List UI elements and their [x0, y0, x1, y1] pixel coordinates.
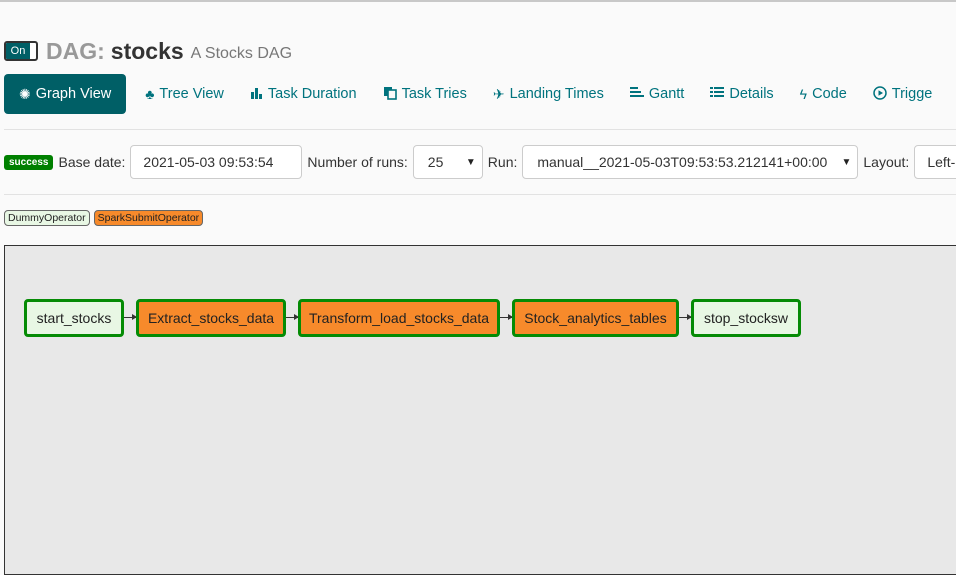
tab-landing-times[interactable]: ✈ Landing Times — [480, 74, 617, 114]
dag-header: On DAG: stocks A Stocks DAG — [4, 36, 292, 66]
task-node-transform-load-stocks-data[interactable]: Transform_load_stocks_data — [298, 299, 500, 337]
layout-value: Left- — [927, 154, 956, 170]
layout-select[interactable]: Left- — [914, 145, 956, 179]
task-label: Transform_load_stocks_data — [308, 310, 490, 326]
run-select[interactable]: manual__2021-05-03T09:53:53.212141+00:00… — [522, 145, 859, 179]
tab-details[interactable]: Details — [697, 74, 786, 114]
top-border — [0, 0, 956, 2]
base-date-input[interactable]: 2021-05-03 09:53:54 — [130, 145, 303, 179]
operator-legend: DummyOperator SparkSubmitOperator — [4, 210, 204, 226]
num-runs-label: Number of runs: — [307, 154, 408, 170]
tab-task-duration[interactable]: Task Duration — [237, 74, 370, 114]
tree-icon: ♣ — [145, 86, 155, 102]
status-badge: success — [4, 154, 54, 170]
tab-label: Gantt — [648, 86, 685, 102]
base-date-label: Base date: — [58, 154, 126, 170]
legend-spark-submit-operator: SparkSubmitOperator — [93, 210, 204, 226]
task-node-stock-analytics-tables[interactable]: Stock_analytics_tables — [512, 299, 679, 337]
legend-dummy-operator: DummyOperator — [4, 210, 90, 226]
tab-task-tries[interactable]: Task Tries — [370, 74, 480, 114]
flash-icon: ϟ — [799, 86, 808, 102]
edge-arrow — [679, 314, 692, 320]
asterisk-icon: ✺ — [19, 85, 31, 102]
task-node-stop-stocksw[interactable]: stop_stocksw — [691, 299, 801, 337]
tab-graph-view[interactable]: ✺ Graph View — [4, 74, 127, 114]
dag-pause-toggle[interactable]: On — [4, 41, 38, 61]
tab-gantt[interactable]: Gantt — [617, 74, 697, 114]
edge-arrow — [500, 314, 513, 320]
base-date-value: 2021-05-03 09:53:54 — [143, 154, 274, 170]
tab-label: Landing Times — [509, 86, 604, 102]
tab-label: Details — [729, 86, 774, 102]
task-label: stop_stocksw — [703, 310, 789, 326]
task-label: start_stocks — [36, 310, 112, 326]
chevron-down-icon: ▼ — [465, 156, 476, 168]
graph-controls: success Base date: 2021-05-03 09:53:54 N… — [4, 145, 956, 179]
tab-trigger[interactable]: Trigge — [860, 74, 946, 114]
dag-description: A Stocks DAG — [190, 44, 293, 62]
tab-label: Code — [812, 86, 847, 102]
tab-label: Trigge — [891, 86, 933, 102]
task-node-start-stocks[interactable]: start_stocks — [24, 299, 124, 337]
dag-graph-canvas[interactable]: start_stocks Extract_stocks_data Transfo… — [4, 245, 956, 575]
tab-label: Graph View — [35, 86, 112, 102]
edge-arrow — [124, 314, 137, 320]
bar-chart-icon — [250, 86, 263, 102]
dag-id: stocks — [110, 37, 184, 64]
tab-code[interactable]: ϟ Code — [787, 74, 860, 114]
tab-label: Task Tries — [401, 86, 467, 102]
edge-arrow — [286, 314, 299, 320]
dag-prefix: DAG: — [46, 37, 105, 64]
toggle-on-label: On — [6, 43, 30, 59]
tab-label: Tree View — [159, 86, 224, 102]
num-runs-value: 25 — [427, 154, 444, 170]
divider — [4, 194, 956, 195]
tab-label: Task Duration — [267, 86, 357, 102]
num-runs-select[interactable]: 25 ▼ — [412, 145, 483, 179]
gantt-icon — [629, 86, 644, 102]
list-icon — [710, 86, 725, 102]
dag-view-nav: ✺ Graph View ♣ Tree View Task Duration T… — [4, 74, 945, 114]
tab-tree-view[interactable]: ♣ Tree View — [132, 74, 237, 114]
play-circle-icon — [873, 85, 887, 103]
plane-icon: ✈ — [492, 85, 505, 102]
task-label: Stock_analytics_tables — [524, 310, 667, 326]
run-value: manual__2021-05-03T09:53:53.212141+00:00 — [537, 154, 828, 170]
run-label: Run: — [487, 154, 518, 170]
task-node-extract-stocks-data[interactable]: Extract_stocks_data — [136, 299, 286, 337]
divider — [4, 129, 956, 130]
task-label: Extract_stocks_data — [147, 310, 275, 326]
layout-label: Layout: — [863, 154, 910, 170]
chevron-down-icon: ▼ — [841, 156, 852, 168]
duplicate-icon — [383, 86, 397, 103]
